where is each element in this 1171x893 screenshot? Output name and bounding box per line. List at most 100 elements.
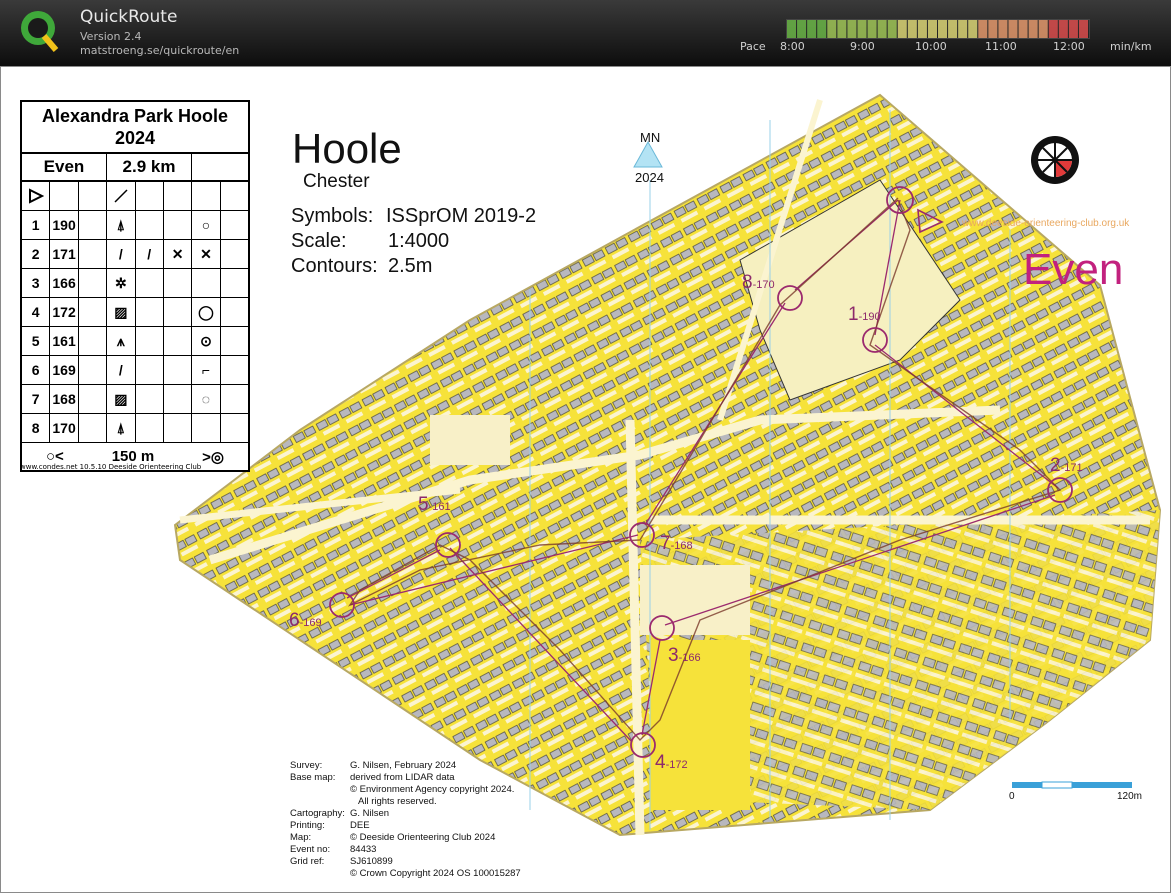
- software-note: www.condes.net 10.5.10 Deeside Orienteer…: [20, 463, 202, 471]
- control-label-5: 5-161: [418, 494, 451, 515]
- map-subtitle: Chester: [303, 171, 370, 192]
- pace-tick-5: 12:00: [1053, 40, 1085, 53]
- control-row: 1 190 ⍋ ○: [22, 211, 248, 240]
- pace-color-segment: [968, 20, 978, 38]
- pace-color-segment: [907, 20, 917, 38]
- map-owner-value: © Deeside Orienteering Club 2024: [350, 832, 496, 843]
- pace-tick-1: 8:00: [780, 40, 805, 53]
- control-row: 3 166 ✲: [22, 269, 248, 298]
- pace-color-segment: [998, 20, 1008, 38]
- pace-tick-2: 9:00: [850, 40, 875, 53]
- north-arrow-icon: [633, 140, 663, 168]
- pace-color-segment: [827, 20, 837, 38]
- x-symbol-icon: ✕: [164, 240, 193, 268]
- control-code: 170: [50, 414, 79, 442]
- start-triangle-icon: [22, 182, 51, 210]
- symbols-value: ISSprOM 2019-2: [386, 205, 537, 227]
- course-name: Even: [1023, 245, 1124, 294]
- event-title: Alexandra Park Hoole 2024: [22, 102, 248, 154]
- slash-symbol-icon: /: [107, 356, 136, 384]
- pace-color-segment: [847, 20, 857, 38]
- pace-color-segment: [938, 20, 948, 38]
- control-number: 4: [22, 298, 51, 326]
- control-code: 172: [50, 298, 79, 326]
- scalebar-end: 120m: [1117, 791, 1143, 802]
- control-number: 6: [22, 356, 51, 384]
- tree-group-symbol-icon: ⩚: [107, 327, 136, 355]
- control-label-3: 3-166: [668, 645, 701, 666]
- pace-color-segment: [1078, 20, 1088, 38]
- control-number: 1: [22, 211, 51, 239]
- open-square: [430, 415, 510, 465]
- control-number: 5: [22, 327, 51, 355]
- pace-color-segment: [1068, 20, 1078, 38]
- map-owner-label: Map:: [290, 832, 312, 843]
- app-title: QuickRoute: [80, 7, 178, 27]
- pace-color-segment: [1058, 20, 1068, 38]
- pace-unit: min/km: [1110, 40, 1152, 53]
- pace-color-segment: [927, 20, 937, 38]
- pace-color-segment: [857, 20, 867, 38]
- south-park: [640, 565, 750, 635]
- basemap-copyright: © Environment Agency copyright 2024.: [350, 784, 515, 795]
- x-symbol-icon: ✕: [192, 240, 221, 268]
- control-code: 171: [50, 240, 79, 268]
- slash-symbol-icon: [107, 182, 136, 210]
- control-code: 190: [50, 211, 79, 239]
- event-number-label: Event no:: [290, 844, 331, 855]
- pace-color-segment: [1048, 20, 1058, 38]
- thicket-symbol-icon: ✲: [107, 269, 136, 297]
- pace-color-segment: [1008, 20, 1018, 38]
- contours-label: Contours:: [291, 255, 378, 277]
- scale-value: 1:4000: [388, 230, 450, 252]
- basemap-rights: All rights reserved.: [358, 796, 437, 807]
- crown-copyright: © Crown Copyright 2024 OS 100015287: [350, 868, 521, 879]
- quickroute-logo-icon: [21, 11, 59, 52]
- control-code: 166: [50, 269, 79, 297]
- pace-color-segment: [948, 20, 958, 38]
- map-title: Hoole: [292, 125, 402, 172]
- pace-color-segment: [817, 20, 827, 38]
- c-circle-symbol-icon: ◌: [192, 385, 221, 413]
- pace-color-segment: [917, 20, 927, 38]
- pace-color-segment: [807, 20, 817, 38]
- north-label: MN: [640, 130, 661, 145]
- control-description-card: Alexandra Park Hoole 2024 Even 2.9 km 11…: [20, 100, 250, 472]
- contours-value: 2.5m: [388, 255, 433, 277]
- north-year: 2024: [635, 170, 664, 185]
- circle-symbol-icon: ○: [192, 211, 221, 239]
- finish-to-icon: >◎: [202, 448, 225, 466]
- dot-circle-symbol-icon: ⊙: [192, 327, 221, 355]
- pace-label: Pace: [740, 40, 766, 53]
- control-code: 161: [50, 327, 79, 355]
- tree-symbol-icon: ⍋: [107, 414, 136, 442]
- corner-symbol-icon: ⌐: [192, 356, 221, 384]
- control-label-6: 6-169: [289, 610, 322, 631]
- pace-color-segment: [837, 20, 847, 38]
- pace-color-segment: [1028, 20, 1038, 38]
- pace-color-segment: [1038, 20, 1048, 38]
- course-header: Even 2.9 km: [22, 154, 248, 182]
- scale-label: Scale:: [291, 230, 347, 252]
- control-label-8: 8-170: [742, 272, 775, 293]
- basemap-value: derived from LIDAR data: [350, 772, 455, 783]
- survey-value: G. Nilsen, February 2024: [350, 760, 457, 771]
- hatched-square-symbol-icon: ▨: [107, 298, 136, 326]
- control-row: 7 168 ▨ ◌: [22, 385, 248, 414]
- control-row: 5 161 ⩚ ⊙: [22, 327, 248, 356]
- tree-symbol-icon: ⍋: [107, 211, 136, 239]
- pace-color-segment: [887, 20, 897, 38]
- survey-label: Survey:: [290, 760, 323, 771]
- club-url: www.deeside-orienteering-club.org.uk: [962, 218, 1130, 229]
- pace-color-segment: [787, 20, 797, 38]
- start-row: [22, 182, 248, 211]
- event-number-value: 84433: [350, 844, 377, 855]
- pace-color-segment: [797, 20, 807, 38]
- app-title-bar: QuickRoute Version 2.4 matstroeng.se/qui…: [0, 0, 1171, 66]
- symbols-label: Symbols:: [291, 205, 374, 227]
- pace-color-segment: [897, 20, 907, 38]
- app-url-link[interactable]: matstroeng.se/quickroute/en: [80, 44, 239, 57]
- pace-color-segment: [988, 20, 998, 38]
- course-length-cell: 2.9 km: [107, 154, 192, 180]
- cartography-label: Cartography:: [290, 808, 345, 819]
